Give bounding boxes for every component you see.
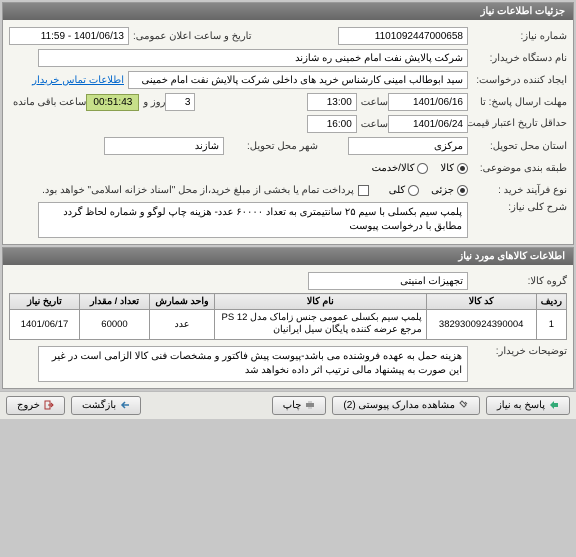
need-details-panel: جزئیات اطلاعات نیاز شماره نیاز: 11010924… xyxy=(2,2,574,245)
contact-link[interactable]: اطلاعات تماس خریدار xyxy=(32,75,124,86)
deadline-date: 1401/06/16 xyxy=(388,93,468,111)
classification-group: کالا کالا/خدمت xyxy=(372,163,468,174)
classification-label: طبقه بندی موضوعی: xyxy=(472,163,567,174)
desc-field: پلمپ سیم بکسلی با سیم ۲۵ سانتیمتری به تع… xyxy=(38,202,468,238)
cell-code: 3829300924390004 xyxy=(426,310,536,340)
col-qty: تعداد / مقدار xyxy=(80,294,150,310)
buyer-label: نام دستگاه خریدار: xyxy=(472,53,567,64)
radio-icon xyxy=(457,163,468,174)
radio-service[interactable]: کالا/خدمت xyxy=(372,163,429,174)
proc-group: جزئی کلی xyxy=(389,185,468,196)
desc-label: شرح کلی نیاز: xyxy=(472,202,567,213)
time-label-1: ساعت xyxy=(361,97,388,108)
reply-icon xyxy=(549,400,559,410)
treasury-note: پرداخت تمام یا بخشی از مبلغ خرید،از محل … xyxy=(42,185,354,196)
need-no-label: شماره نیاز: xyxy=(472,31,567,42)
treasury-checkbox[interactable] xyxy=(358,185,369,196)
back-icon xyxy=(120,400,130,410)
exit-button[interactable]: خروج xyxy=(6,396,65,415)
print-icon xyxy=(305,400,315,410)
announce-field: 1401/06/13 - 11:59 xyxy=(9,27,129,45)
notes-label: توضیحات خریدار: xyxy=(472,346,567,357)
time-label-2: ساعت xyxy=(361,119,388,130)
radio-icon xyxy=(457,185,468,196)
panel1-body: شماره نیاز: 1101092447000658 تاریخ و ساع… xyxy=(3,20,573,244)
announce-label: تاریخ و ساعت اعلان عمومی: xyxy=(133,31,252,42)
valid-label: حداقل تاریخ اعتبار قیمت/تا تاریخ: xyxy=(472,118,567,130)
reply-button[interactable]: پاسخ به نیاز xyxy=(486,396,570,415)
group-field: تجهیزات امنیتی xyxy=(308,272,468,290)
panel2-body: گروه کالا: تجهیزات امنیتی ردیف کد کالا ن… xyxy=(3,265,573,388)
col-unit: واحد شمارش xyxy=(150,294,215,310)
need-no-field: 1101092447000658 xyxy=(338,27,468,45)
days-label: روز و xyxy=(143,97,165,108)
buyer-field: شرکت پالایش نفت امام خمینی ره شازند xyxy=(38,49,468,67)
back-button[interactable]: بازگشت xyxy=(71,396,141,415)
col-idx: ردیف xyxy=(536,294,566,310)
city-field: شازند xyxy=(104,137,224,155)
exit-icon xyxy=(44,400,54,410)
items-table: ردیف کد کالا نام کالا واحد شمارش تعداد /… xyxy=(9,293,567,340)
button-bar: پاسخ به نیاز مشاهده مدارک پیوستی (2) چاپ… xyxy=(0,391,576,419)
city-label: شهر محل تحویل: xyxy=(228,141,318,152)
days-field: 3 xyxy=(165,93,195,111)
cell-date: 1401/06/17 xyxy=(10,310,80,340)
radio-partial[interactable]: جزئی xyxy=(431,185,468,196)
countdown: 00:51:43 xyxy=(86,94,139,111)
province-field: مرکزی xyxy=(348,137,468,155)
radio-icon xyxy=(417,163,428,174)
valid-time: 16:00 xyxy=(307,115,357,133)
items-panel: اطلاعات کالاهای مورد نیاز گروه کالا: تجه… xyxy=(2,247,574,389)
remain-label: ساعت باقی مانده xyxy=(13,97,86,108)
notes-field: هزینه حمل به عهده فروشنده می باشد-پیوست … xyxy=(38,346,468,382)
col-name: نام کالا xyxy=(215,294,427,310)
table-header-row: ردیف کد کالا نام کالا واحد شمارش تعداد /… xyxy=(10,294,567,310)
table-row[interactable]: 1 3829300924390004 پلمپ سیم بکسلی عمومی … xyxy=(10,310,567,340)
valid-date: 1401/06/24 xyxy=(388,115,468,133)
panel2-title: اطلاعات کالاهای مورد نیاز xyxy=(3,248,573,265)
panel1-title: جزئیات اطلاعات نیاز xyxy=(3,3,573,20)
radio-kala[interactable]: کالا xyxy=(440,163,468,174)
province-label: استان محل تحویل: xyxy=(472,141,567,152)
creator-label: ایجاد کننده درخواست: xyxy=(472,75,567,86)
print-button[interactable]: چاپ xyxy=(272,396,327,415)
group-label: گروه کالا: xyxy=(472,276,567,287)
creator-field: سید ابوطالب امینی کارشناس خرید های داخلی… xyxy=(128,71,468,89)
cell-name: پلمپ سیم بکسلی عمومی جنس زاماک مدل PS 12… xyxy=(215,310,427,340)
col-code: کد کالا xyxy=(426,294,536,310)
proc-label: نوع فرآیند خرید : xyxy=(472,185,567,196)
attachments-button[interactable]: مشاهده مدارک پیوستی (2) xyxy=(332,396,480,415)
deadline-label: مهلت ارسال پاسخ: تا xyxy=(472,97,567,108)
radio-full[interactable]: کلی xyxy=(389,185,419,196)
cell-idx: 1 xyxy=(536,310,566,340)
attachment-icon xyxy=(459,400,469,410)
deadline-time: 13:00 xyxy=(307,93,357,111)
cell-qty: 60000 xyxy=(80,310,150,340)
col-date: تاریخ نیاز xyxy=(10,294,80,310)
cell-unit: عدد xyxy=(150,310,215,340)
radio-icon xyxy=(408,185,419,196)
